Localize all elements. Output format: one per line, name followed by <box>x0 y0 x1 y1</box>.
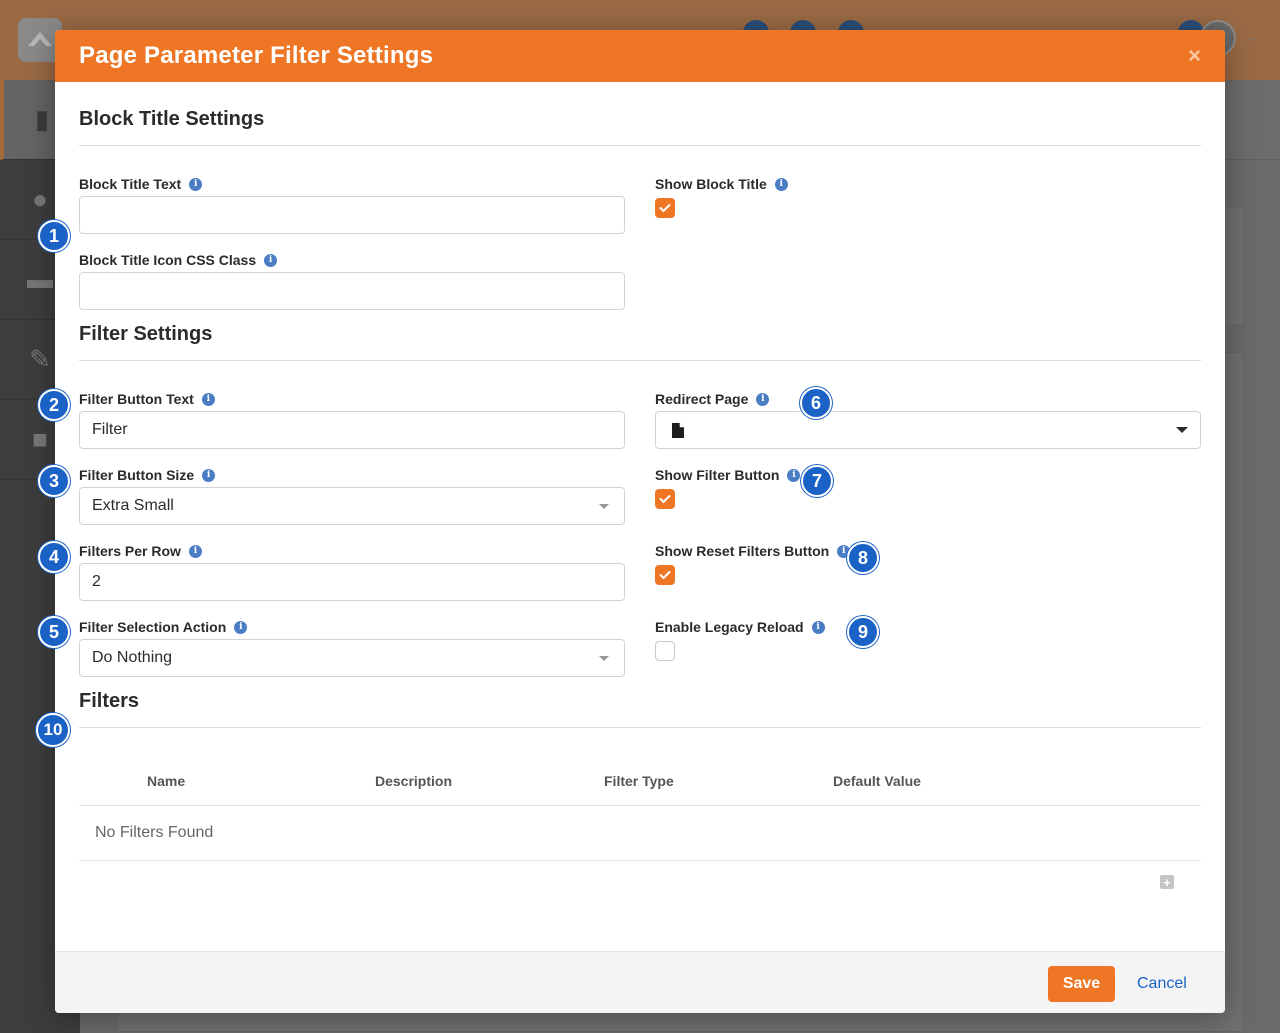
column-header-description[interactable]: Description <box>375 773 452 789</box>
info-icon[interactable]: i <box>774 177 788 191</box>
modal-footer: Save Cancel <box>55 951 1225 1013</box>
plus-icon[interactable]: + <box>1160 875 1174 889</box>
callout-badge: 2 <box>38 389 70 421</box>
column-header-default-value[interactable]: Default Value <box>833 773 921 789</box>
show-reset-filters-button-checkbox[interactable] <box>655 565 675 585</box>
close-icon[interactable]: × <box>1188 43 1201 69</box>
section-divider <box>79 145 1201 146</box>
caret-down-icon <box>1176 427 1188 433</box>
show-filter-button-label-text: Show Filter Button <box>655 467 780 483</box>
callout-badge: 4 <box>38 541 70 573</box>
column-header-name[interactable]: Name <box>147 773 185 789</box>
info-icon[interactable]: i <box>202 468 216 482</box>
modal-header: Page Parameter Filter Settings × <box>55 30 1225 82</box>
chevron-down-icon: ⌄ <box>1246 28 1258 44</box>
filter-settings-heading: Filter Settings <box>79 323 213 345</box>
show-block-title-label-text: Show Block Title <box>655 176 767 192</box>
block-title-icon-css-input[interactable] <box>79 272 625 310</box>
show-reset-filters-button-label: Show Reset Filters Button i <box>655 543 851 559</box>
info-icon[interactable]: i <box>264 253 278 267</box>
info-icon[interactable]: i <box>756 392 770 406</box>
block-title-text-label: Block Title Text i <box>79 176 203 192</box>
section-divider <box>79 727 1201 728</box>
filter-button-text-label-text: Filter Button Text <box>79 391 194 407</box>
block-title-icon-css-label: Block Title Icon CSS Class i <box>79 252 278 268</box>
info-icon[interactable]: i <box>189 177 203 191</box>
show-reset-filters-button-label-text: Show Reset Filters Button <box>655 543 830 559</box>
file-icon <box>672 422 684 438</box>
callout-badge: 5 <box>38 616 70 648</box>
redirect-page-label: Redirect Page i <box>655 391 770 407</box>
block-title-icon-css-label-text: Block Title Icon CSS Class <box>79 252 257 268</box>
callout-badge: 8 <box>847 542 879 574</box>
info-icon[interactable]: i <box>201 392 215 406</box>
filter-button-size-label-text: Filter Button Size <box>79 467 195 483</box>
filter-selection-action-label-text: Filter Selection Action <box>79 619 227 635</box>
info-icon[interactable]: i <box>234 620 248 634</box>
settings-modal: Page Parameter Filter Settings × Block T… <box>55 30 1225 1013</box>
column-header-filter-type[interactable]: Filter Type <box>604 773 674 789</box>
info-icon[interactable]: i <box>811 620 825 634</box>
checkmark-icon <box>659 571 671 580</box>
enable-legacy-reload-checkbox[interactable] <box>655 641 675 661</box>
caret-down-icon <box>599 655 609 661</box>
redirect-page-picker[interactable] <box>655 411 1201 449</box>
filter-button-size-value: Extra Small <box>92 497 174 514</box>
checkmark-icon <box>659 495 671 504</box>
cancel-button[interactable]: Cancel <box>1137 975 1187 993</box>
block-title-text-input[interactable] <box>79 196 625 234</box>
section-divider <box>79 360 1201 361</box>
callout-badge: 3 <box>38 465 70 497</box>
filters-heading: Filters <box>79 690 140 712</box>
show-block-title-checkbox[interactable] <box>655 198 675 218</box>
block-title-settings-heading: Block Title Settings <box>79 108 265 130</box>
enable-legacy-reload-label: Enable Legacy Reload i <box>655 619 825 635</box>
caret-down-icon <box>599 503 609 509</box>
filters-grid-header: Name Description Filter Type Default Val… <box>79 758 1201 806</box>
callout-badge: 9 <box>847 616 879 648</box>
redirect-page-label-text: Redirect Page <box>655 391 749 407</box>
callout-badge: 10 <box>36 713 70 747</box>
filter-selection-action-value: Do Nothing <box>92 649 173 666</box>
filters-per-row-label-text: Filters Per Row <box>79 543 181 559</box>
info-icon[interactable]: i <box>188 544 202 558</box>
info-icon[interactable]: i <box>787 468 801 482</box>
filter-button-size-label: Filter Button Size i <box>79 467 216 483</box>
callout-badge: 6 <box>800 387 832 419</box>
callout-badge: 1 <box>38 220 70 252</box>
block-title-text-label-text: Block Title Text <box>79 176 182 192</box>
checkmark-icon <box>659 204 671 213</box>
filter-button-size-select[interactable]: Extra Small <box>79 487 625 525</box>
show-filter-button-label: Show Filter Button i <box>655 467 801 483</box>
filter-selection-action-select[interactable]: Do Nothing <box>79 639 625 677</box>
filters-grid-empty-row: No Filters Found <box>79 806 1201 861</box>
modal-body: Block Title Settings Block Title Text i … <box>55 82 1225 951</box>
filter-selection-action-label: Filter Selection Action i <box>79 619 248 635</box>
filters-per-row-label: Filters Per Row i <box>79 543 202 559</box>
callout-badge: 7 <box>801 465 833 497</box>
show-filter-button-checkbox[interactable] <box>655 489 675 509</box>
filter-button-text-input[interactable]: Filter <box>79 411 625 449</box>
enable-legacy-reload-label-text: Enable Legacy Reload <box>655 619 804 635</box>
show-block-title-label: Show Block Title i <box>655 176 788 192</box>
modal-title: Page Parameter Filter Settings <box>79 42 434 69</box>
filter-button-text-label: Filter Button Text i <box>79 391 215 407</box>
filters-per-row-input[interactable]: 2 <box>79 563 625 601</box>
save-button[interactable]: Save <box>1048 966 1115 1002</box>
